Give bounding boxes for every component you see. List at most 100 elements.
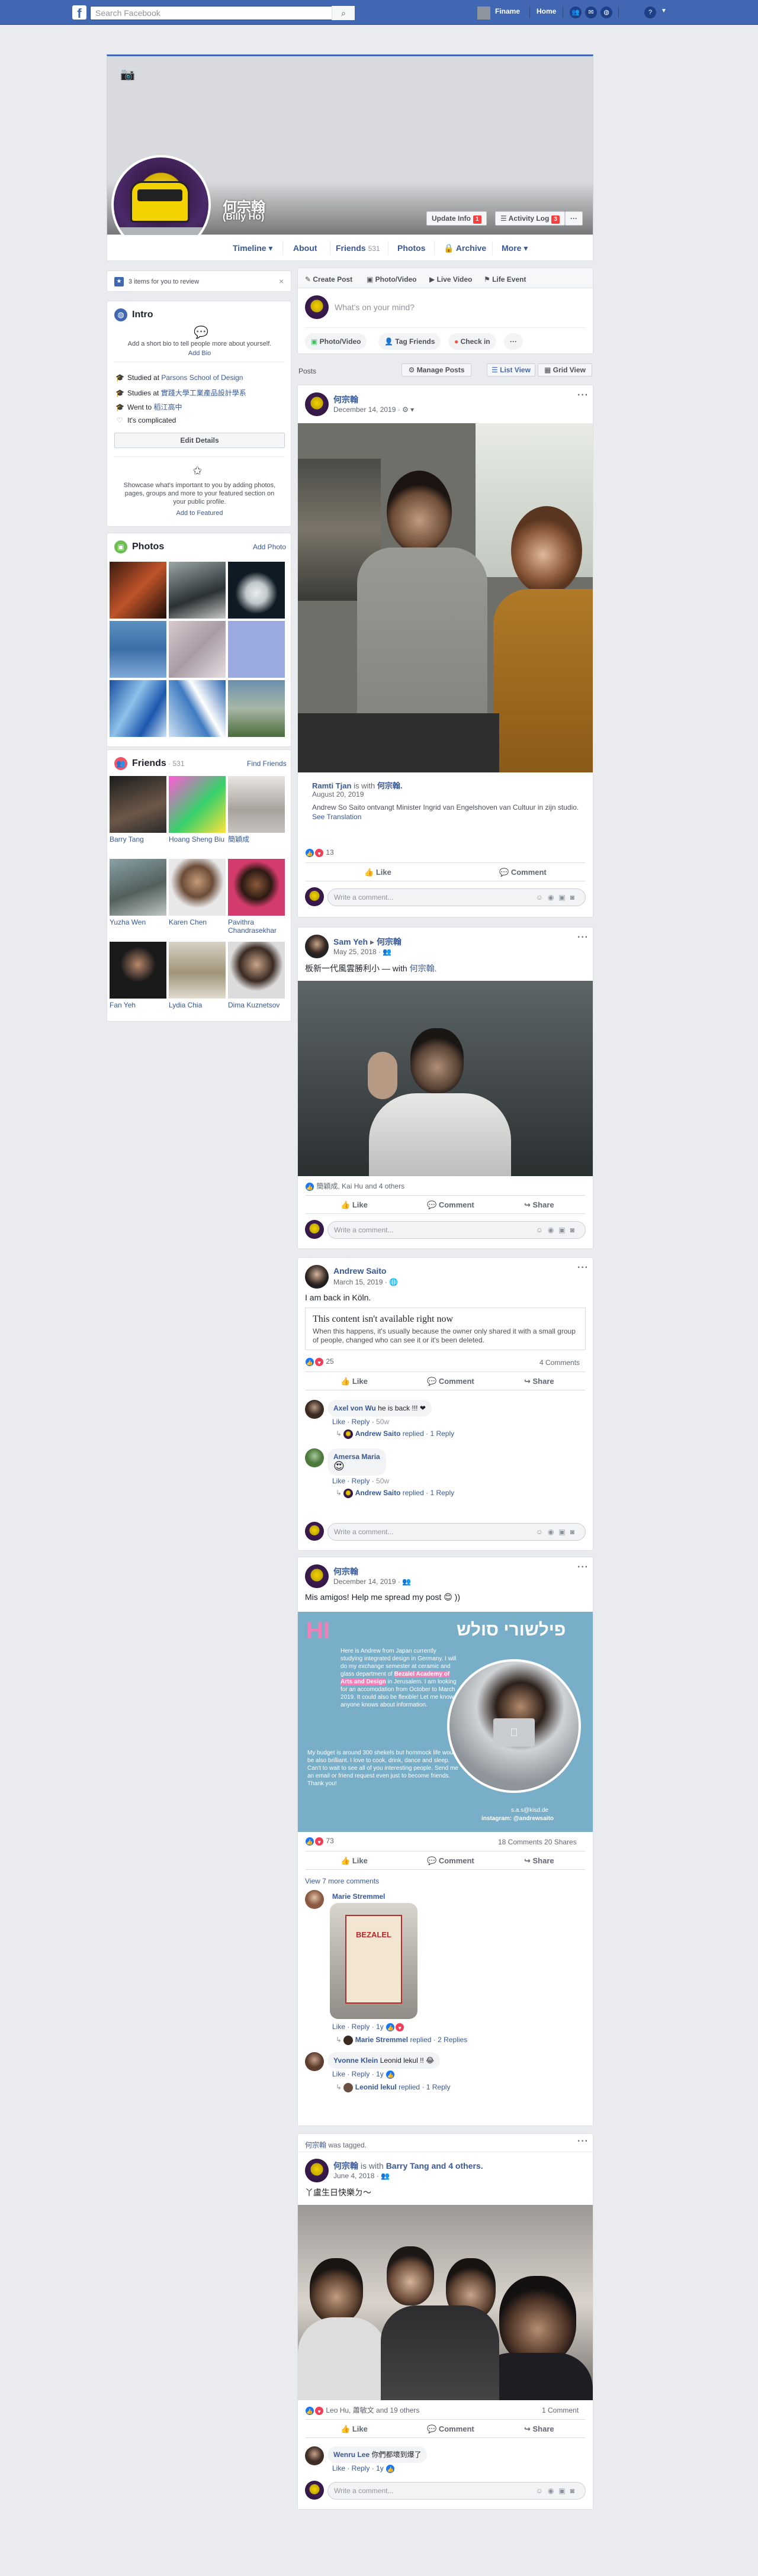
reaction-summary[interactable]: 👍 ♥ 73 <box>305 1837 334 1846</box>
like-button[interactable]: 👍 Like <box>341 1200 368 1210</box>
comment-actions[interactable]: Like · Reply · 50w <box>332 1477 389 1485</box>
photo-thumbnail[interactable] <box>228 621 285 678</box>
see-translation-link[interactable]: See Translation <box>312 813 361 821</box>
post-author-avatar[interactable] <box>305 2159 329 2182</box>
close-icon[interactable]: × <box>279 276 284 286</box>
post-author-name[interactable]: 何宗翰 <box>333 1566 358 1577</box>
reaction-summary[interactable]: 👍 ♥ 25 <box>305 1357 334 1367</box>
friend-photo[interactable] <box>110 859 166 916</box>
more-options-pill[interactable]: ··· <box>504 333 523 350</box>
post-author-name[interactable]: Andrew Saito <box>333 1266 386 1276</box>
share-button[interactable]: ↪ Share <box>524 1377 554 1386</box>
post-date[interactable]: March 15, 2019 · 🌐 <box>333 1278 398 1286</box>
photo-video-pill[interactable]: ▣ Photo/Video <box>305 333 367 350</box>
commenter-avatar[interactable] <box>305 1890 324 1909</box>
share-button[interactable]: ↪ Share <box>524 1856 554 1866</box>
friend-photo[interactable] <box>110 776 166 833</box>
post-flyer-image[interactable]: HI פילשורי סולש Here is Andrew from Japa… <box>298 1612 593 1832</box>
tab-more[interactable]: More ▾ <box>502 243 528 253</box>
comment-author[interactable]: Marie Stremmel <box>332 1892 385 1901</box>
intro-link[interactable]: 實踐大學工業產品設計學系 <box>161 389 246 397</box>
manage-posts-button[interactable]: ⚙ Manage Posts <box>402 363 471 376</box>
comment-attach-icons[interactable]: ☺◉▣◙ <box>536 1222 579 1238</box>
user-avatar-thumb[interactable] <box>477 7 490 20</box>
tab-photo-video[interactable]: ▣ Photo/Video <box>367 275 416 284</box>
post-author-avatar[interactable] <box>305 1564 329 1588</box>
photo-thumbnail[interactable] <box>228 562 285 619</box>
activity-log-button[interactable]: ☰ Activity Log 3 <box>495 211 565 226</box>
photo-thumbnail[interactable] <box>228 680 285 737</box>
like-button[interactable]: 👍 Like <box>341 1856 368 1866</box>
messenger-icon[interactable]: ✉ <box>585 7 597 18</box>
post-text-link[interactable]: 何宗翰. <box>410 964 437 973</box>
tab-timeline[interactable]: Timeline ▾ <box>233 243 272 253</box>
comments-shares-count[interactable]: 18 Comments 20 Shares <box>498 1838 577 1846</box>
search-button[interactable]: ⌕ <box>332 6 355 20</box>
reaction-summary[interactable]: 👍 ♥ Leo Hu, 蕭敏文 and 19 others <box>305 2405 419 2416</box>
edit-details-button[interactable]: Edit Details <box>114 433 285 448</box>
friend-name-link[interactable]: Hoang Sheng Biu <box>169 835 226 843</box>
comment-button[interactable]: 💬 Comment <box>427 2424 474 2434</box>
friends-title[interactable]: Friends <box>132 758 166 768</box>
friend-name-link[interactable]: Lydia Chia <box>169 1001 226 1009</box>
write-comment-input[interactable]: Write a comment... ☺◉▣◙ <box>327 888 586 906</box>
post-author-avatar[interactable] <box>305 1265 329 1289</box>
post-date[interactable]: December 14, 2019 · ⚙ ▾ <box>333 405 414 414</box>
comment-button[interactable]: 💬 Comment <box>499 868 547 877</box>
friend-name-link[interactable]: Yuzha Wen <box>110 918 166 926</box>
comment-actions[interactable]: Like · Reply · 1y 👍 <box>332 2464 396 2474</box>
view-replies-link[interactable]: ↳ Andrew Saito replied · 1 Reply <box>336 1489 454 1498</box>
nav-profile-link[interactable]: Finame <box>495 7 520 15</box>
friend-name-link[interactable]: Pavithra Chandrasekhar <box>228 918 285 935</box>
nav-home-link[interactable]: Home <box>537 7 556 15</box>
write-comment-input[interactable]: Write a comment... ☺◉▣◙ <box>327 2482 586 2500</box>
view-replies-link[interactable]: ↳ Marie Stremmel replied · 2 Replies <box>336 2036 467 2045</box>
photos-title[interactable]: Photos <box>132 542 164 552</box>
photo-thumbnail[interactable] <box>169 680 226 737</box>
photo-thumbnail[interactable] <box>169 562 226 619</box>
post-author-avatar[interactable] <box>305 392 329 416</box>
reaction-summary[interactable]: 👍 ♥ 13 <box>305 848 334 858</box>
write-comment-input[interactable]: Write a comment... ☺◉▣◙ <box>327 1523 586 1541</box>
comment-actions[interactable]: Like · Reply · 50w <box>332 1418 389 1426</box>
post-author-avatar[interactable] <box>305 935 329 958</box>
comment-button[interactable]: 💬 Comment <box>427 1856 474 1866</box>
tab-about[interactable]: About <box>293 243 317 253</box>
camera-icon[interactable]: 📷 <box>120 67 135 82</box>
tagged-user-link[interactable]: 何宗翰 <box>305 2141 326 2149</box>
friend-photo[interactable] <box>228 942 285 999</box>
photo-thumbnail[interactable] <box>110 680 166 737</box>
like-button[interactable]: 👍 Like <box>341 2424 368 2434</box>
post-options-button[interactable]: ··· <box>577 932 589 943</box>
comment-attach-icons[interactable]: ☺◉▣◙ <box>536 889 579 906</box>
add-photo-link[interactable]: Add Photo <box>253 543 286 551</box>
share-button[interactable]: ↪ Share <box>524 1200 554 1210</box>
post-options-button[interactable]: ··· <box>577 2136 589 2147</box>
grid-view-button[interactable]: ▦ Grid View <box>538 363 592 376</box>
post-photo[interactable] <box>298 981 593 1176</box>
comments-count[interactable]: 1 Comment <box>542 2406 579 2414</box>
tab-archive[interactable]: 🔒 Archive <box>444 243 486 253</box>
friend-photo[interactable] <box>228 776 285 833</box>
tab-create-post[interactable]: ✎ Create Post <box>305 275 352 284</box>
friend-requests-icon[interactable]: 👥 <box>570 7 582 18</box>
tab-life-event[interactable]: ⚑ Life Event <box>484 275 526 284</box>
update-info-button[interactable]: Update Info 1 <box>426 211 487 226</box>
comment-button[interactable]: 💬 Comment <box>427 1377 474 1386</box>
comment-image[interactable]: BEZALEL <box>330 1903 417 2019</box>
post-photo[interactable] <box>298 423 593 772</box>
comment-actions[interactable]: Like · Reply · 1y 👍 <box>332 2070 396 2079</box>
friend-name-link[interactable]: Dima Kuznetsov <box>228 1001 285 1009</box>
post-date[interactable]: December 14, 2019 · 👥 <box>333 1577 411 1586</box>
search-input[interactable]: Search Facebook <box>90 6 355 20</box>
review-items-card[interactable]: ★ 3 items for you to review × <box>107 271 291 292</box>
list-view-button[interactable]: ☰ List View <box>487 363 535 376</box>
find-friends-link[interactable]: Find Friends <box>247 759 287 768</box>
tag-friends-pill[interactable]: 👤 Tag Friends <box>378 333 441 350</box>
tab-friends[interactable]: Friends 531 <box>336 243 380 253</box>
tab-live-video[interactable]: ▶ Live Video <box>429 275 472 284</box>
comment-author[interactable]: Amersa Maria <box>333 1453 380 1461</box>
friend-name-link[interactable]: Fan Yeh <box>110 1001 166 1009</box>
friend-name-link[interactable]: 簡穎成 <box>228 835 285 843</box>
post-author-name[interactable]: 何宗翰 <box>333 394 358 405</box>
